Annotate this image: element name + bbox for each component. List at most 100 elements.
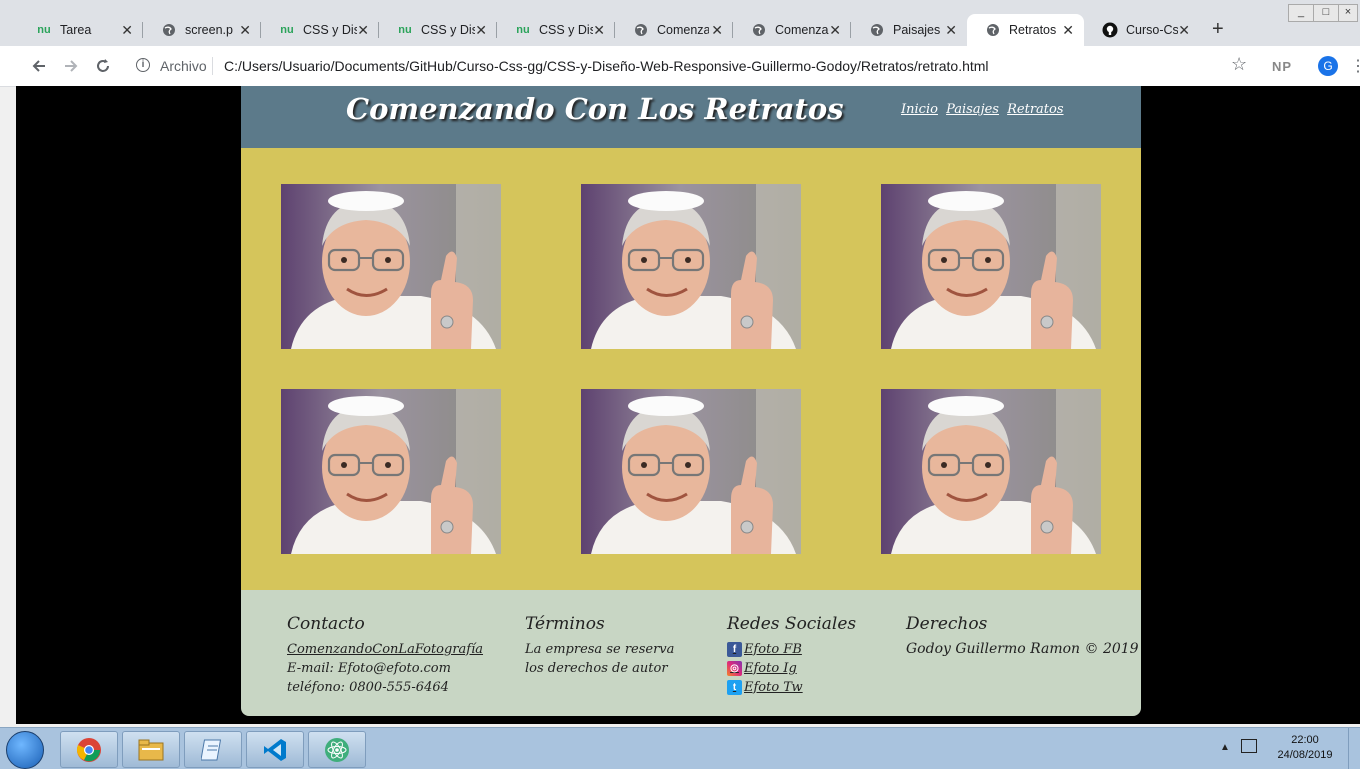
social-link-facebook[interactable]: f Efoto FB [727, 640, 856, 659]
globe-icon [633, 22, 649, 38]
bookmark-star-icon[interactable]: ☆ [1231, 54, 1247, 75]
social-link-instagram[interactable]: ◎ Efoto Ig [727, 659, 856, 678]
social-label: Efoto Tw [744, 680, 803, 695]
atom-icon [325, 737, 349, 762]
new-tab-button[interactable]: + [1212, 18, 1224, 41]
close-icon[interactable]: ✕ [475, 22, 487, 39]
system-clock[interactable]: 22:00 24/08/2019 [1272, 733, 1338, 763]
forward-button[interactable] [60, 55, 82, 77]
show-desktop-button[interactable] [1348, 728, 1360, 769]
tab-comenzando-1[interactable]: Comenzando ✕ [615, 14, 733, 46]
globe-icon [869, 22, 885, 38]
menu-icon[interactable]: ⋮ [1350, 56, 1360, 76]
tab-label: Comenzando [657, 23, 709, 37]
taskbar-vscode[interactable] [246, 731, 304, 768]
nu-icon: nu [516, 24, 530, 36]
tab-label: CSS y Diseño [421, 23, 475, 37]
portrait-photo [581, 389, 801, 554]
close-icon[interactable]: ✕ [945, 22, 957, 39]
nu-icon: nu [280, 24, 294, 36]
portrait-photo [881, 184, 1101, 349]
globe-icon [161, 22, 177, 38]
tab-retratos[interactable]: Retratos ✕ [967, 14, 1084, 46]
tab-label: CSS y Diseño [303, 23, 357, 37]
close-icon[interactable]: ✕ [239, 22, 251, 39]
info-icon[interactable]: i [136, 58, 150, 72]
url-text[interactable]: C:/Users/Usuario/Documents/GitHub/Curso-… [224, 58, 989, 74]
globe-icon [985, 22, 1001, 38]
close-icon[interactable]: ✕ [357, 22, 369, 39]
close-icon[interactable]: ✕ [121, 22, 133, 39]
clock-time: 22:00 [1291, 734, 1319, 746]
footer-heading-redes: Redes Sociales [727, 614, 857, 634]
address-bar[interactable]: i Archivo C:/Users/Usuario/Documents/Git… [124, 51, 1264, 81]
page-title: Comenzando Con Los Retratos [346, 92, 844, 126]
terms-line: La empresa se reserva [525, 642, 675, 657]
maximize-button[interactable]: □ [1313, 4, 1339, 22]
browser-toolbar: i Archivo C:/Users/Usuario/Documents/Git… [0, 46, 1360, 87]
portrait-photo [281, 389, 501, 554]
close-icon[interactable]: ✕ [829, 22, 841, 39]
github-icon [1102, 22, 1118, 38]
minimize-button[interactable]: _ [1288, 4, 1314, 22]
tab-label: Comenzando [775, 23, 829, 37]
contact-phone: teléfono: 0800-555-6464 [287, 680, 449, 695]
nav-link-paisajes[interactable]: Paisajes [946, 102, 999, 117]
taskbar: ▲ 22:00 24/08/2019 [0, 727, 1360, 769]
tab-label: CSS y Diseño [539, 23, 593, 37]
extension-np-icon[interactable]: NP [1272, 59, 1292, 74]
tab-label: screen.png [185, 23, 233, 37]
taskbar-atom[interactable] [308, 731, 366, 768]
close-icon[interactable]: ✕ [711, 22, 723, 39]
forward-arrow-icon [65, 60, 78, 72]
nu-icon: nu [398, 24, 412, 36]
tab-screen-png[interactable]: screen.png ✕ [143, 14, 261, 46]
tab-label: Curso-Css [1126, 23, 1178, 37]
portrait-photo [581, 184, 801, 349]
contact-email: E-mail: Efoto@efoto.com [287, 661, 451, 676]
network-icon[interactable] [1241, 739, 1257, 753]
tab-css-2[interactable]: nu CSS y Diseño ✕ [379, 14, 497, 46]
vscode-icon [264, 738, 286, 761]
social-label: Efoto FB [744, 642, 802, 657]
close-window-button[interactable]: × [1338, 4, 1358, 22]
tab-css-3[interactable]: nu CSS y Diseño ✕ [497, 14, 615, 46]
start-button[interactable] [6, 731, 44, 769]
portrait-photo [881, 389, 1101, 554]
tray-expand-icon[interactable]: ▲ [1220, 742, 1230, 753]
back-button[interactable] [28, 55, 50, 77]
tab-curso-css[interactable]: Curso-Css ✕ [1084, 14, 1200, 46]
copyright-text: Godoy Guillermo Ramon © 2019 [906, 641, 1139, 657]
notepad-icon [201, 739, 222, 760]
taskbar-file-explorer[interactable] [122, 731, 180, 768]
taskbar-notepad[interactable] [184, 731, 242, 768]
site-container: Comenzando Con Los Retratos Inicio Paisa… [241, 86, 1141, 716]
contact-link[interactable]: ComenzandoConLaFotografía [287, 640, 483, 659]
tab-css-1[interactable]: nu CSS y Diseño ✕ [261, 14, 379, 46]
social-link-twitter[interactable]: t Efoto Tw [727, 678, 856, 697]
nav-link-retratos[interactable]: Retratos [1007, 102, 1063, 117]
footer-rights: Derechos Godoy Guillermo Ramon © 2019 [906, 614, 1139, 659]
taskbar-chrome[interactable] [60, 731, 118, 768]
tab-label: Tarea [60, 23, 92, 37]
site-header: Comenzando Con Los Retratos Inicio Paisa… [241, 86, 1141, 148]
tab-tarea[interactable]: nu Tarea ✕ [18, 14, 143, 46]
close-icon[interactable]: ✕ [1062, 22, 1074, 39]
origin-label: Archivo [160, 58, 207, 74]
close-icon[interactable]: ✕ [593, 22, 605, 39]
nav-link-inicio[interactable]: Inicio [901, 102, 938, 117]
chrome-icon [76, 737, 101, 762]
footer-social: Redes Sociales f Efoto FB ◎ Efoto Ig t E… [727, 614, 856, 697]
nu-icon: nu [37, 24, 51, 36]
tab-comenzando-2[interactable]: Comenzando ✕ [733, 14, 851, 46]
close-icon[interactable]: ✕ [1178, 22, 1190, 39]
footer-heading-derechos: Derechos [906, 614, 988, 634]
profile-avatar[interactable]: G [1318, 56, 1338, 76]
terms-line: los derechos de autor [525, 661, 668, 676]
facebook-icon: f [727, 642, 742, 657]
site-nav: Inicio Paisajes Retratos [901, 102, 1068, 117]
social-label: Efoto Ig [744, 661, 797, 676]
tab-label: Retratos [1009, 23, 1057, 37]
tab-paisajes[interactable]: Paisajes ✕ [851, 14, 967, 46]
reload-button[interactable] [92, 55, 114, 77]
